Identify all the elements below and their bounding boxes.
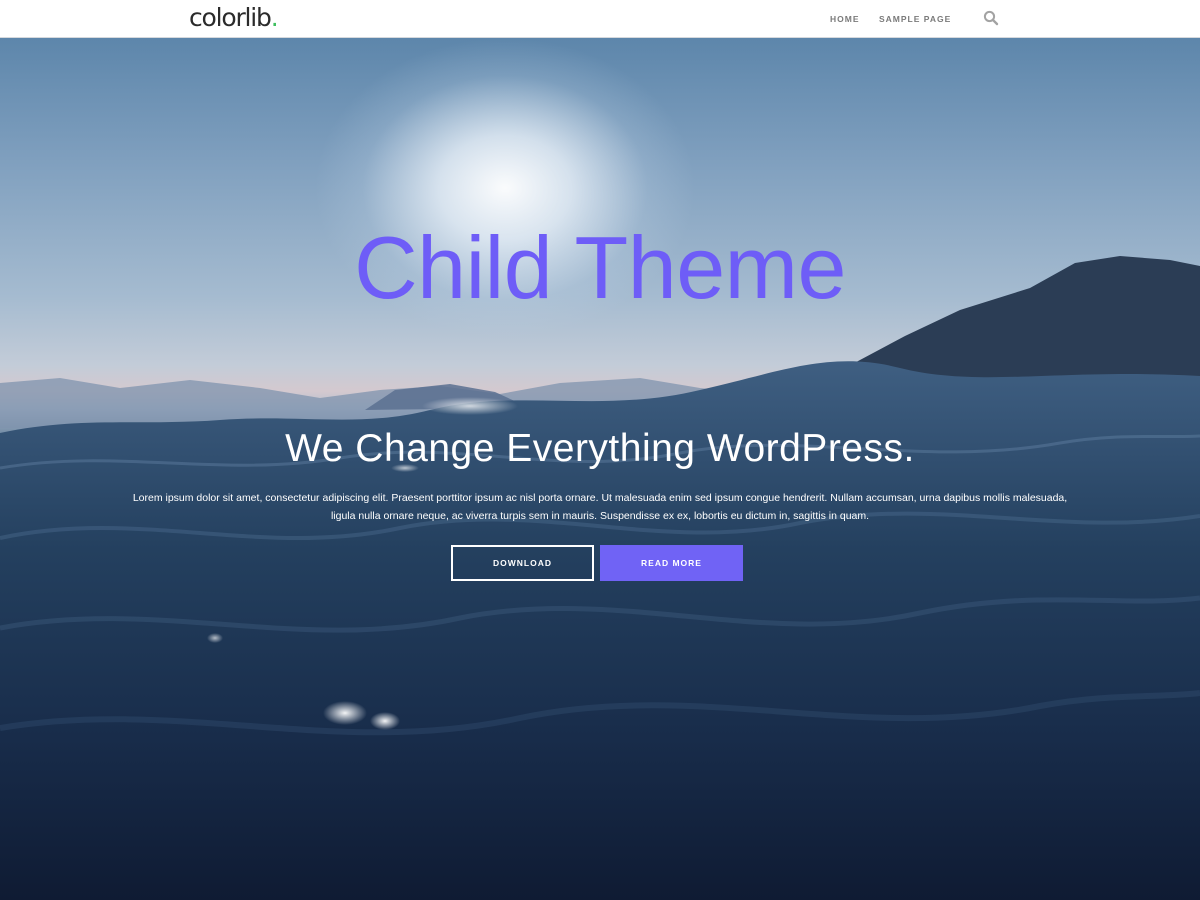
hero-title: Child Theme — [354, 218, 846, 317]
site-logo[interactable]: colorlib. — [189, 3, 279, 33]
hero-section: Child Theme We Change Everything WordPre… — [0, 38, 1200, 900]
nav-link-home[interactable]: HOME — [830, 14, 860, 24]
nav-link-sample-page[interactable]: SAMPLE PAGE — [879, 14, 951, 24]
hero-description: Lorem ipsum dolor sit amet, consectetur … — [132, 492, 1068, 522]
search-icon[interactable] — [983, 10, 999, 26]
site-header: colorlib. HOME SAMPLE PAGE — [0, 0, 1200, 38]
hero-subtitle: We Change Everything WordPress. — [285, 427, 915, 470]
nav-home: HOME — [830, 0, 860, 37]
logo-text: colorlib — [189, 3, 272, 32]
nav-sample-page: SAMPLE PAGE — [879, 0, 951, 37]
read-more-button[interactable]: READ MORE — [600, 545, 743, 581]
logo-dot: . — [270, 3, 279, 32]
download-button[interactable]: DOWNLOAD — [451, 545, 594, 581]
